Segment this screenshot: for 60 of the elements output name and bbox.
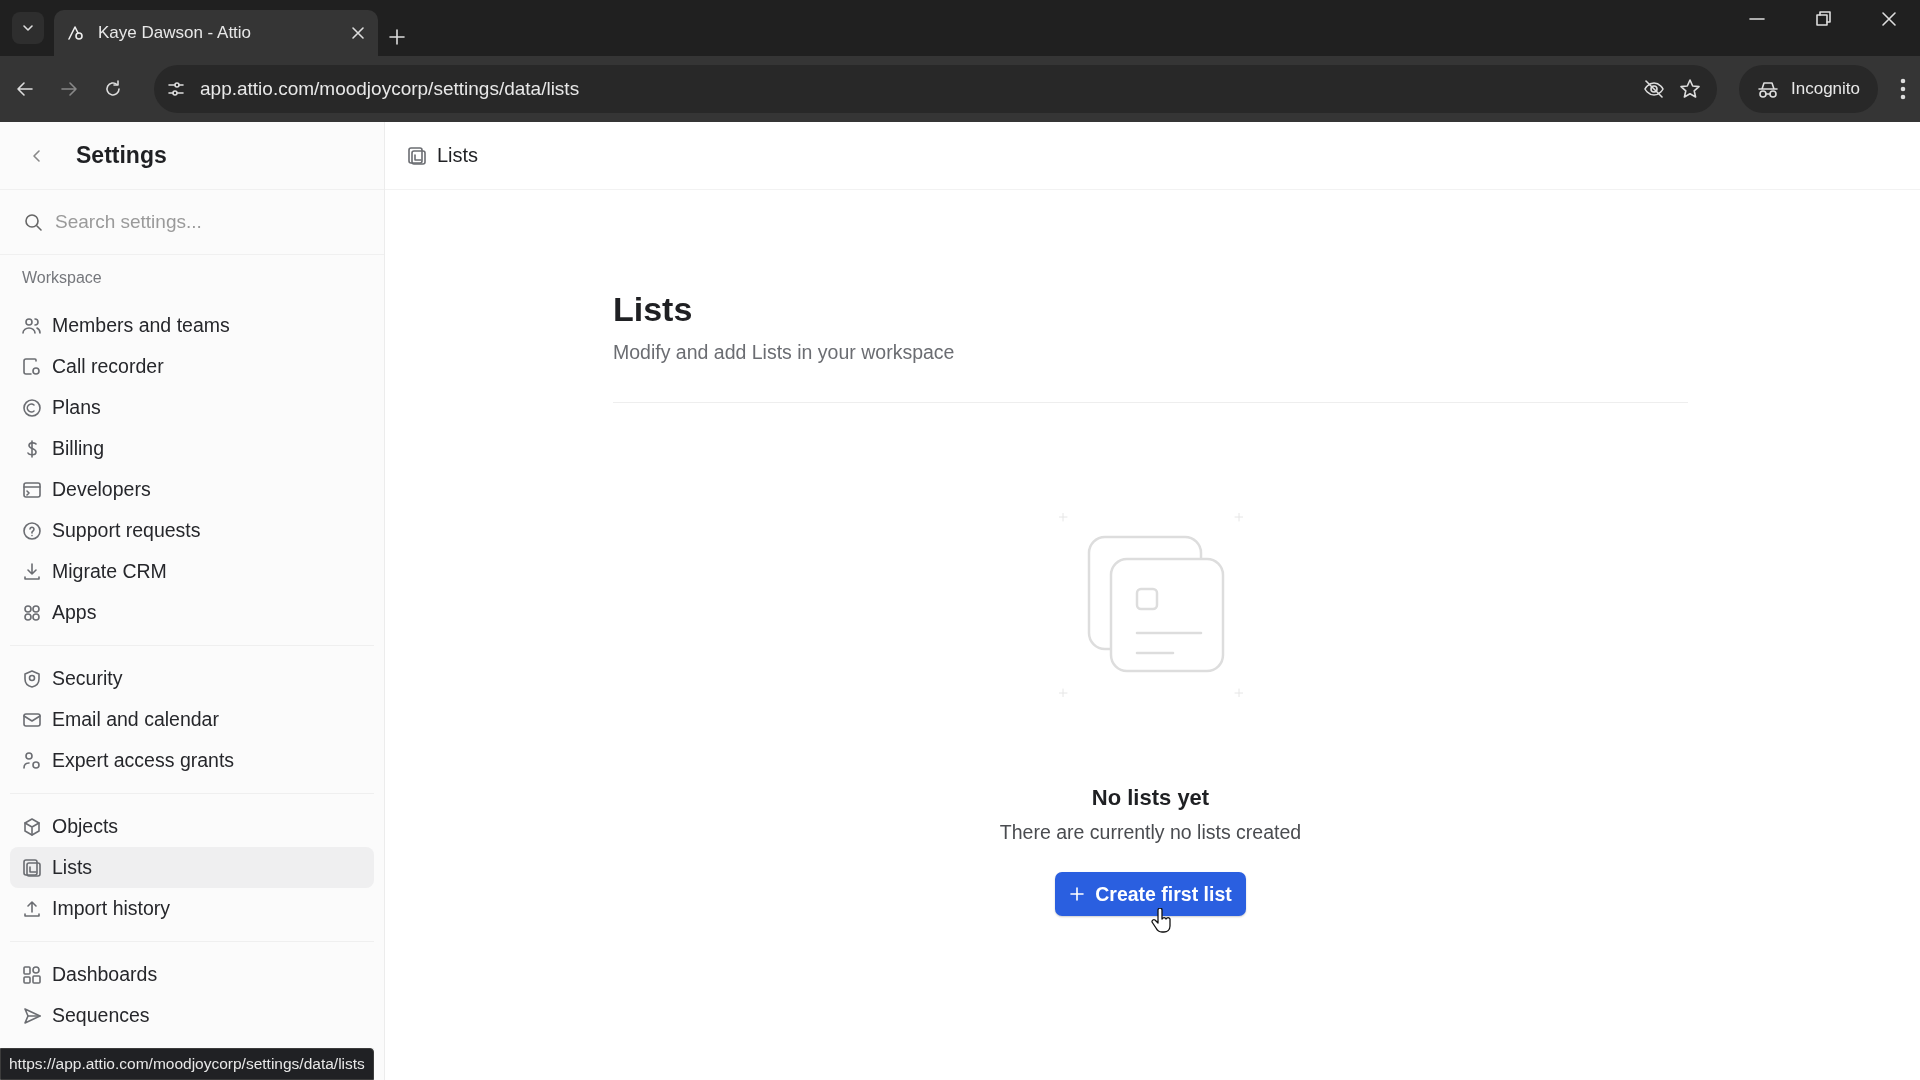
help-icon [22, 520, 42, 541]
close-icon[interactable] [1880, 10, 1898, 28]
create-list-button[interactable]: Create first list [1055, 872, 1246, 916]
restore-icon[interactable] [1814, 10, 1832, 28]
page-subtitle: Modify and add Lists in your workspace [613, 341, 956, 364]
send-icon [22, 1005, 42, 1026]
address-bar[interactable]: app.attio.com/moodjoycorp/settings/data/lists [154, 65, 1717, 113]
sidebar-item[interactable]: Call recorder [10, 346, 374, 387]
people-icon [22, 315, 42, 336]
page-title: Lists [613, 290, 694, 329]
phone-gear-icon [22, 356, 42, 377]
sidebar-item[interactable]: Expert access grants [10, 740, 374, 781]
logo-icon [66, 23, 86, 43]
sidebar-item[interactable]: Apps [10, 592, 374, 633]
list-icon [22, 857, 42, 878]
sidebar-item[interactable]: Billing [10, 428, 374, 469]
tab-list-button[interactable] [12, 12, 44, 44]
section-heading: Workspace [21, 268, 103, 288]
settings-title: Settings [76, 142, 167, 169]
sidebar-item[interactable]: Sequences [10, 995, 374, 1036]
person-gear-icon [22, 750, 42, 771]
plus-icon [1069, 886, 1086, 902]
sidebar-item[interactable]: Objects [10, 806, 374, 847]
upload-icon [22, 898, 42, 919]
empty-state-message: There are currently no lists created [999, 821, 1302, 844]
sidebar-item[interactable]: Security [10, 658, 374, 699]
cube-icon [22, 816, 42, 837]
site-settings-icon[interactable] [166, 79, 186, 99]
sidebar-item[interactable]: Members and teams [10, 305, 374, 346]
tab-title: Kaye Dawson - Attio [98, 23, 253, 43]
url-text: app.attio.com/moodjoycorp/settings/data/lists [200, 78, 581, 100]
grid-icon [22, 602, 42, 623]
shield-icon [22, 668, 42, 689]
plus-icon[interactable] [388, 28, 406, 46]
incognito-icon [1757, 79, 1779, 99]
search-field[interactable]: Search settings... [53, 210, 362, 234]
sidebar-item[interactable]: Import history [10, 888, 374, 929]
sidebar-item[interactable]: Dashboards [10, 954, 374, 995]
sidebar-item[interactable]: Plans [10, 387, 374, 428]
download-icon [22, 561, 42, 582]
more-icon[interactable] [1900, 78, 1906, 100]
sidebar-item[interactable]: Lists [10, 847, 374, 888]
search-icon [24, 212, 43, 232]
profile-label: Incognito [1791, 79, 1860, 99]
sidebar-item[interactable]: Developers [10, 469, 374, 510]
eye-slash-icon[interactable] [1643, 78, 1665, 100]
list-icon [407, 145, 427, 166]
dashboard-icon [22, 964, 42, 985]
terminal-icon [22, 479, 42, 500]
empty-state-title: No lists yet [1091, 785, 1210, 811]
status-url: https://app.attio.com/moodjoycorp/settings/data/lists [0, 1048, 374, 1080]
star-icon[interactable] [1679, 78, 1701, 100]
page-header-title: Lists [437, 144, 479, 167]
profile-button[interactable]: Incognito [1739, 65, 1878, 113]
sidebar-item[interactable]: Support requests [10, 510, 374, 551]
sidebar-item[interactable]: Migrate CRM [10, 551, 374, 592]
close-icon[interactable] [350, 25, 366, 41]
sidebar-item[interactable]: Email and calendar [10, 699, 374, 740]
browser-tab[interactable]: Kaye Dawson - Attio [54, 10, 378, 56]
plan-circle-icon [22, 397, 42, 418]
